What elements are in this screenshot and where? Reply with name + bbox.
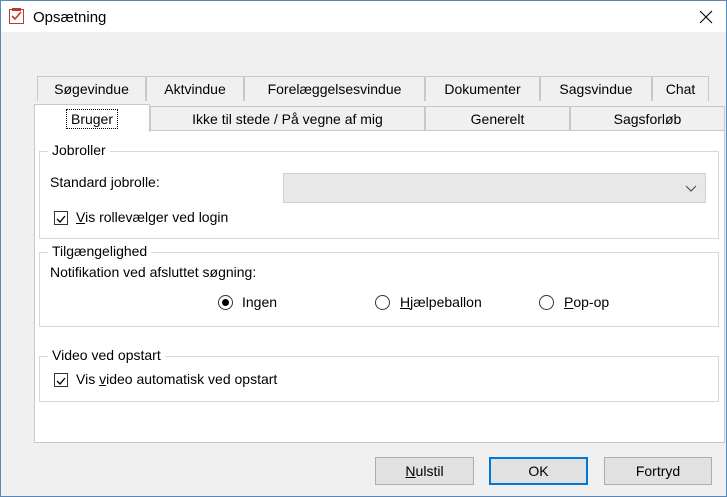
video-autostart-checkbox[interactable] [54, 373, 68, 387]
tab-aktvindue[interactable]: Aktvindue [146, 76, 244, 101]
video-legend: Video ved opstart [48, 347, 165, 363]
radio-pop-op-label: Pop-op [564, 294, 610, 310]
radio-pop-op[interactable] [539, 295, 554, 310]
video-autostart-label: Vis video automatisk ved opstart [76, 371, 278, 387]
radio-ingen[interactable] [218, 295, 233, 310]
tab-label: Sagsvindue [559, 81, 633, 97]
tab-foraelaeggelsesvindue[interactable]: Forelæggelsesvindue [244, 76, 425, 101]
radio-hjaelpeballon-label: Hjælpeballon [400, 294, 482, 310]
reset-button[interactable]: Nulstil [375, 457, 474, 485]
role-selector-label: Vis rollevælger ved login [76, 209, 229, 225]
tab-ikke-til-stede[interactable]: Ikke til stede / På vegne af mig [150, 106, 425, 131]
tab-label: Ikke til stede / På vegne af mig [192, 111, 383, 127]
video-group: Video ved opstart Vis video automatisk v… [39, 347, 719, 402]
standard-jobrolle-label: Standard jobrolle: [50, 174, 160, 190]
reset-button-label: Nulstil [405, 463, 444, 479]
jobroller-group: Jobroller Standard jobrolle: Vis rollevæ… [39, 142, 719, 239]
checkmark-icon [56, 215, 66, 223]
tab-label: Forelæggelsesvindue [267, 81, 402, 97]
radio-selected-dot [222, 299, 229, 306]
notification-label: Notifikation ved afsluttet søgning: [50, 264, 257, 280]
tab-soegevindue[interactable]: Søgevindue [37, 76, 146, 101]
close-icon[interactable] [686, 1, 726, 32]
tab-label: Sagsforløb [613, 111, 682, 127]
tilgaengelighed-legend: Tilgængelighed [48, 243, 152, 259]
tab-label: Bruger [65, 108, 119, 129]
tab-label: Chat [665, 81, 696, 97]
standard-jobrolle-select[interactable] [283, 173, 706, 203]
checkmark-icon [56, 377, 66, 385]
tab-dokumenter[interactable]: Dokumenter [425, 76, 540, 101]
cancel-button[interactable]: Fortryd [604, 457, 712, 485]
radio-hjaelpeballon[interactable] [375, 295, 390, 310]
tab-label: Aktvindue [164, 81, 226, 97]
ok-button[interactable]: OK [489, 457, 588, 485]
chevron-down-icon [685, 181, 697, 197]
tab-label: Dokumenter [444, 81, 521, 97]
role-selector-checkbox[interactable] [54, 211, 68, 225]
tab-chat[interactable]: Chat [652, 76, 709, 101]
window-title: Opsætning [33, 9, 107, 26]
tilgaengelighed-group: Tilgængelighed Notifikation ved afslutte… [39, 243, 719, 327]
tab-bruger[interactable]: Bruger [34, 104, 150, 132]
title-bar: Opsætning [1, 1, 726, 32]
jobroller-legend: Jobroller [48, 142, 110, 158]
tab-sagsforloeb[interactable]: Sagsforløb [570, 106, 725, 131]
settings-dialog: Opsætning Søgevindue Aktvindue Forelægge… [0, 0, 727, 497]
tab-label: Generelt [470, 111, 525, 127]
tab-label: Søgevindue [54, 81, 129, 97]
ok-button-label: OK [528, 463, 549, 479]
radio-ingen-label: Ingen [242, 294, 278, 310]
cancel-button-label: Fortryd [635, 463, 681, 479]
tab-sagsvindue[interactable]: Sagsvindue [540, 76, 652, 101]
tab-generelt[interactable]: Generelt [425, 106, 570, 131]
tab-panel-bruger: Jobroller Standard jobrolle: Vis rollevæ… [34, 130, 725, 443]
app-icon [9, 8, 24, 24]
